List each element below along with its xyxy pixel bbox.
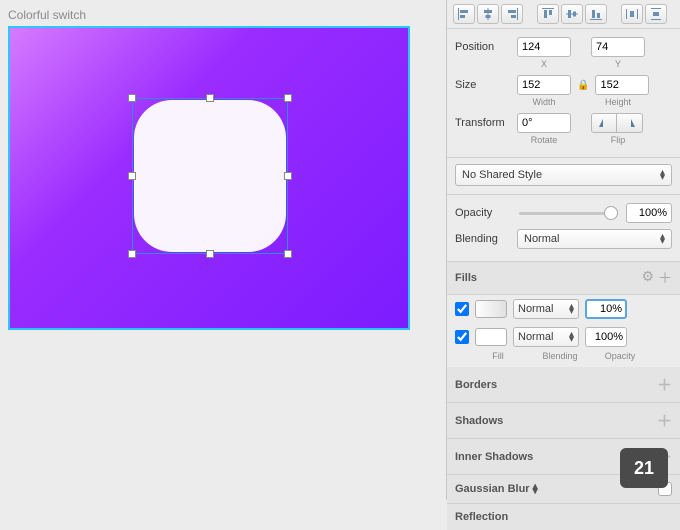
artboard-title: Colorful switch: [8, 8, 446, 22]
align-center-h-icon[interactable]: [477, 4, 499, 24]
style-section: No Shared Style ▴▾: [447, 158, 680, 195]
fills-title: Fills: [455, 272, 477, 284]
fill-blend-select[interactable]: Normal▴▾: [513, 327, 579, 347]
resize-handle-tr[interactable]: [284, 94, 292, 102]
resize-handle-br[interactable]: [284, 250, 292, 258]
reflection-panel[interactable]: Reflection: [447, 504, 680, 530]
resize-handle-tl[interactable]: [128, 94, 136, 102]
fill-swatch[interactable]: [475, 300, 507, 318]
width-sublabel: Width: [517, 97, 571, 107]
opacity-sublabel: Opacity: [599, 351, 641, 361]
distribute-h-icon[interactable]: [621, 4, 643, 24]
borders-title: Borders: [455, 379, 497, 391]
height-input[interactable]: [595, 75, 649, 95]
selection-box: [132, 98, 288, 254]
size-label: Size: [455, 79, 511, 91]
resize-handle-bl[interactable]: [128, 250, 136, 258]
fill-swatch[interactable]: [475, 328, 507, 346]
fill-enable-checkbox[interactable]: [455, 302, 469, 316]
position-y-input[interactable]: [591, 37, 645, 57]
fill-opacity-input[interactable]: [585, 299, 627, 319]
distribute-v-icon[interactable]: [645, 4, 667, 24]
artboard[interactable]: [8, 26, 410, 330]
add-shadow-icon[interactable]: ＋: [657, 410, 672, 431]
rotate-sublabel: Rotate: [517, 135, 571, 145]
transform-label: Transform: [455, 117, 511, 129]
gear-icon[interactable]: ⚙: [641, 268, 654, 288]
shared-style-value: No Shared Style: [462, 169, 542, 181]
height-sublabel: Height: [591, 97, 645, 107]
inspector-panel: Position X Y Size 🔒 Width Height Transform…: [446, 0, 680, 500]
blending-label: Blending: [455, 233, 511, 245]
fills-header: Fills ⚙ ＋: [447, 262, 680, 295]
stepper-icon: ▴▾: [660, 234, 665, 244]
resize-handle-l[interactable]: [128, 172, 136, 180]
width-input[interactable]: [517, 75, 571, 95]
opacity-slider[interactable]: [519, 206, 618, 220]
resize-handle-r[interactable]: [284, 172, 292, 180]
lock-icon[interactable]: 🔒: [577, 80, 589, 91]
align-toolbar: [447, 0, 680, 29]
shared-style-select[interactable]: No Shared Style ▴▾: [455, 164, 672, 186]
borders-panel[interactable]: Borders ＋: [447, 367, 680, 403]
opacity-label: Opacity: [455, 207, 511, 219]
shadows-title: Shadows: [455, 415, 503, 427]
blend-sublabel: Blending: [527, 351, 593, 361]
canvas-area: Colorful switch: [0, 0, 446, 500]
fill-row-0: Normal▴▾: [447, 295, 680, 323]
fills-body: Normal▴▾ Normal▴▾ Fill Blending Opacity: [447, 295, 680, 367]
fill-blend-select[interactable]: Normal▴▾: [513, 299, 579, 319]
reflection-title: Reflection: [455, 511, 508, 523]
align-right-icon[interactable]: [501, 4, 523, 24]
gblur-title: Gaussian Blur: [455, 483, 530, 495]
align-bottom-icon[interactable]: [585, 4, 607, 24]
resize-handle-t[interactable]: [206, 94, 214, 102]
shadows-panel[interactable]: Shadows ＋: [447, 403, 680, 439]
fill-opacity-input[interactable]: [585, 327, 627, 347]
add-border-icon[interactable]: ＋: [657, 374, 672, 395]
position-label: Position: [455, 41, 511, 53]
flip-horizontal-icon[interactable]: [591, 113, 617, 133]
opacity-section: Opacity Blending Normal ▴▾: [447, 195, 680, 262]
fill-sublabel: Fill: [475, 351, 521, 361]
align-top-icon[interactable]: [537, 4, 559, 24]
resize-handle-b[interactable]: [206, 250, 214, 258]
opacity-input[interactable]: [626, 203, 672, 223]
rotate-input[interactable]: [517, 113, 571, 133]
selection[interactable]: [132, 98, 288, 254]
position-x-input[interactable]: [517, 37, 571, 57]
add-fill-icon[interactable]: ＋: [658, 268, 672, 288]
inner-shadows-title: Inner Shadows: [455, 451, 533, 463]
y-sublabel: Y: [591, 59, 645, 69]
align-center-v-icon[interactable]: [561, 4, 583, 24]
stepper-icon: ▴▾: [660, 170, 665, 180]
align-left-icon[interactable]: [453, 4, 475, 24]
fill-enable-checkbox[interactable]: [455, 330, 469, 344]
x-sublabel: X: [517, 59, 571, 69]
blending-select[interactable]: Normal ▴▾: [517, 229, 672, 249]
flip-sublabel: Flip: [591, 135, 645, 145]
step-badge: 21: [620, 448, 668, 488]
fill-row-1: Normal▴▾: [447, 323, 680, 351]
blending-value: Normal: [524, 233, 559, 245]
flip-vertical-icon[interactable]: [617, 113, 643, 133]
geometry-section: Position X Y Size 🔒 Width Height Transform…: [447, 29, 680, 158]
